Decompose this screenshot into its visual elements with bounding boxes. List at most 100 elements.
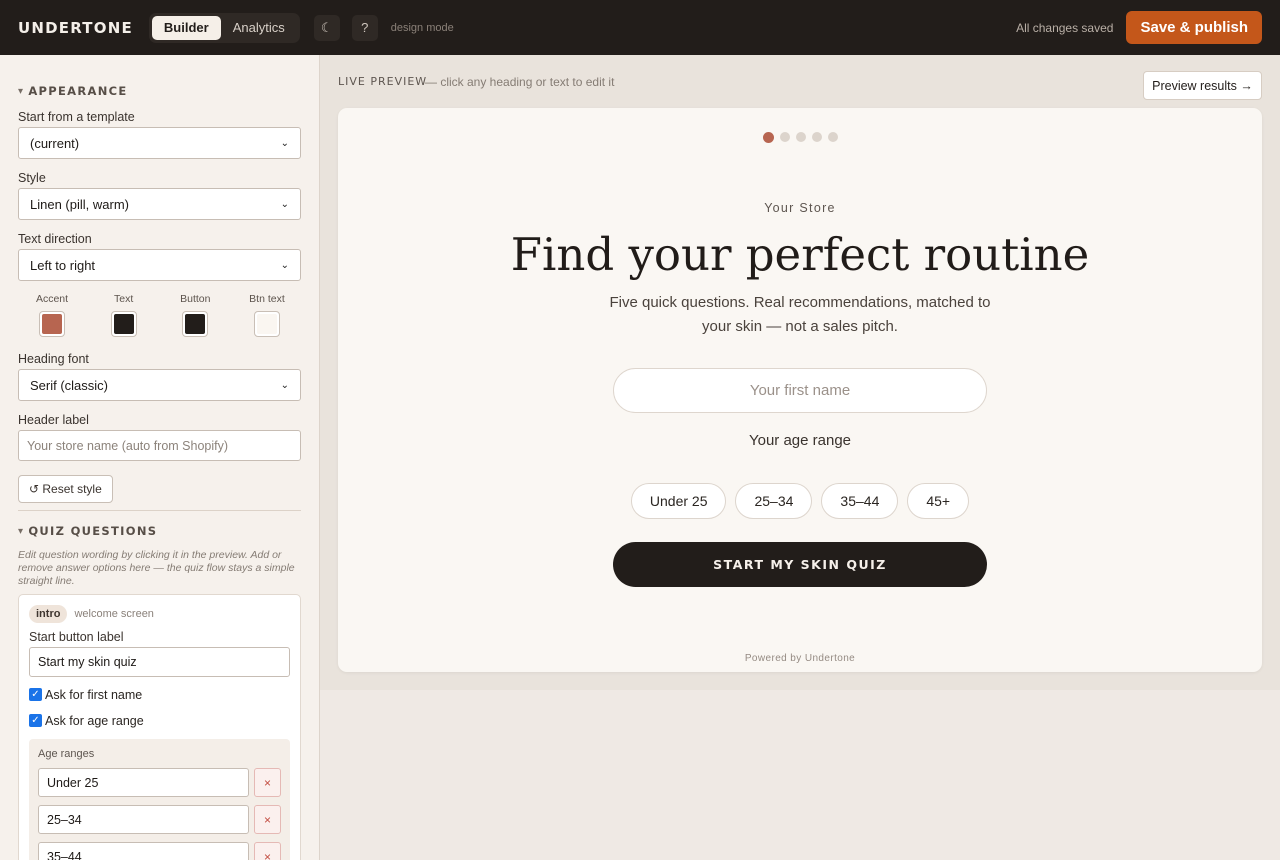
chevron-down-icon: ⌄ [280,198,289,210]
progress-dot [795,132,806,142]
quiz-headline[interactable]: Find your perfect routine [338,228,1262,281]
chevron-down-icon: ⌄ [280,259,289,271]
ask-age-row: ✓ Ask for age range [29,713,290,728]
swatch-label: Accent [35,293,69,305]
progress-dot [827,132,838,142]
ask-name-row: ✓ Ask for first name [29,687,290,702]
tab-analytics[interactable]: Analytics [221,16,297,40]
template-select[interactable]: (current) ⌄ [18,127,301,159]
swatch-button: Button [165,293,225,337]
start-quiz-button[interactable]: START MY SKIN QUIZ [613,542,987,587]
quiz-hint: Edit question wording by clicking it in … [18,549,295,587]
help-button[interactable]: ? [351,14,378,41]
text-color-picker[interactable] [110,311,137,337]
ask-age-label: Ask for age range [45,714,144,728]
sidebar: ▾ APPEARANCE Start from a template (curr… [0,55,320,860]
remove-icon[interactable]: × [254,805,281,834]
template-select-value: (current) [30,135,80,151]
age-ranges-label: Age ranges [38,748,95,760]
remove-icon[interactable]: × [254,768,281,797]
age-options: Under 25 25–34 35–44 45+ [338,483,1262,519]
heading-font-label: Heading font [18,352,89,366]
caret-down-icon: ▾ [18,525,25,537]
age-range-input[interactable]: Under 25 [38,768,249,797]
powered-by: Powered by Undertone [744,653,856,664]
store-label[interactable]: Your Store [338,201,1262,215]
preview-area-bottom [320,690,1280,860]
tab-builder[interactable]: Builder [151,15,221,40]
age-option[interactable]: 45+ [907,483,970,519]
direction-select-value: Left to right [30,257,96,273]
age-ranges-box: Age ranges Under 25 × 25–34 × 35–44 × [29,739,290,860]
style-select-value: Linen (pill, warm) [30,196,129,212]
age-range-value: 35–44 [47,849,82,860]
chevron-down-icon: ⌄ [280,379,289,391]
progress-dot [762,131,774,143]
ask-name-checkbox[interactable]: ✓ [29,687,42,701]
intro-tag: intro [29,605,68,623]
swatch-accent: Accent [22,293,82,337]
live-preview-hint: — click any heading or text to edit it [425,75,615,89]
btn-text-color-picker[interactable] [253,311,280,337]
age-range-value: Under 25 [47,775,99,790]
preview-results-button[interactable]: Preview results → [1143,71,1262,100]
heading-font-value: Serif (classic) [30,377,109,393]
color-swatches: Accent Text Button Btn text [18,293,301,337]
header-label-label: Header label [18,413,89,427]
age-option[interactable]: Under 25 [630,483,727,519]
swatch-btn-text: Btn text [237,293,297,337]
age-option[interactable]: 35–44 [821,483,899,519]
quiz-section-header[interactable]: ▾ QUIZ QUESTIONS [18,524,301,538]
remove-icon[interactable]: × [254,842,281,860]
age-range-row: 25–34 × [38,805,281,834]
button-color-picker[interactable] [182,311,209,337]
progress-dot [779,132,790,142]
appearance-heading: APPEARANCE [28,84,128,98]
top-bar: UNDERTONE Builder Analytics ☾ ? design m… [0,0,1280,55]
style-label: Style [18,171,46,185]
intro-desc: welcome screen [74,608,154,620]
style-select[interactable]: Linen (pill, warm) ⌄ [18,188,301,220]
brand-logo: UNDERTONE [18,18,133,37]
direction-label: Text direction [18,232,92,246]
intro-card: intro welcome screen Start button label … [18,594,301,860]
reset-style-button[interactable]: ↺ Reset style [18,475,113,503]
heading-font-select[interactable]: Serif (classic) ⌄ [18,369,301,401]
start-label-value: Start my skin quiz [38,655,137,669]
caret-down-icon: ▾ [18,85,25,97]
view-switcher: Builder Analytics [148,12,300,43]
swatch-label: Button [180,293,211,305]
start-label-input[interactable]: Start my skin quiz [29,647,290,677]
accent-color-picker[interactable] [39,311,65,337]
direction-select[interactable]: Left to right ⌄ [18,249,301,281]
age-range-input[interactable]: 35–44 [38,842,249,860]
quiz-subhead[interactable]: Five quick questions. Real recommendatio… [600,291,1000,339]
age-option[interactable]: 25–34 [735,483,813,519]
template-label: Start from a template [18,110,135,124]
progress-dots [338,131,1262,143]
ask-age-checkbox[interactable]: ✓ [29,713,42,727]
age-range-value: 25–34 [47,812,82,827]
moon-icon[interactable]: ☾ [313,14,340,41]
swatch-label: Btn text [249,293,285,305]
mode-label: design mode [390,21,454,34]
save-status: All changes saved [1016,20,1114,35]
save-publish-button[interactable]: Save & publish [1126,11,1262,44]
chevron-down-icon: ⌄ [280,137,289,149]
ask-name-label: Ask for first name [45,688,143,702]
age-range-row: 35–44 × [38,842,281,860]
start-label-label: Start button label [29,630,124,644]
quiz-preview-card: Your Store Find your perfect routine Fiv… [338,108,1262,672]
appearance-section-header[interactable]: ▾ APPEARANCE [18,84,301,98]
swatch-text: Text [94,293,154,337]
swatch-label: Text [114,293,134,305]
section-divider [18,510,301,511]
first-name-input[interactable] [613,368,987,413]
header-label-input[interactable] [18,430,301,461]
age-range-input[interactable]: 25–34 [38,805,249,834]
progress-dot [811,132,822,142]
quiz-heading: QUIZ QUESTIONS [28,524,158,538]
live-preview-label: LIVE PREVIEW [338,75,428,88]
age-range-row: Under 25 × [38,768,281,797]
age-range-label[interactable]: Your age range [338,432,1262,449]
